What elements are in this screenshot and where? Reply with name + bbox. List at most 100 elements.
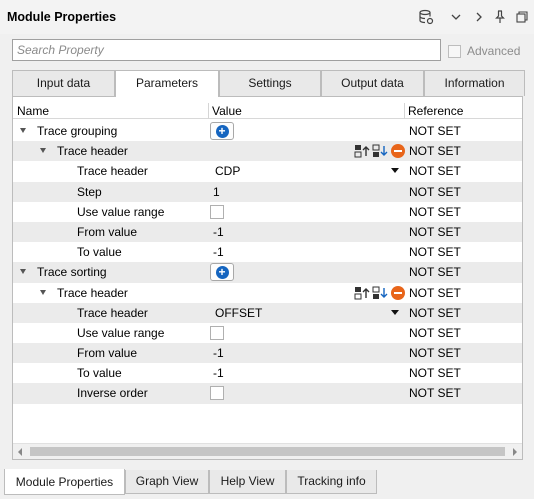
- dropdown-arrow-icon[interactable]: [391, 168, 399, 174]
- property-name: To value: [77, 366, 122, 381]
- tab-information[interactable]: Information: [424, 70, 525, 96]
- property-row-trace-grouping[interactable]: Trace grouping + NOT SET: [13, 121, 522, 141]
- database-gear-icon[interactable]: [418, 9, 434, 25]
- property-name: From value: [77, 346, 138, 361]
- move-up-icon[interactable]: [354, 143, 371, 159]
- property-name: Trace sorting: [37, 265, 107, 280]
- column-separator[interactable]: [404, 103, 405, 119]
- property-name: Trace header: [57, 144, 128, 159]
- trace-header-dropdown-value[interactable]: OFFSET: [215, 306, 262, 320]
- pin-icon[interactable]: [492, 9, 508, 25]
- title-bar: Module Properties: [0, 0, 534, 34]
- window-title: Module Properties: [7, 10, 117, 24]
- row-actions: [354, 143, 407, 159]
- plus-icon: +: [215, 124, 229, 138]
- reference-value: NOT SET: [409, 184, 461, 199]
- to-value[interactable]: -1: [213, 245, 224, 259]
- trace-header-dropdown-value[interactable]: CDP: [215, 164, 240, 178]
- inverse-order-checkbox[interactable]: [210, 386, 224, 401]
- reference-value: NOT SET: [409, 325, 461, 340]
- property-row-step[interactable]: Step 1 NOT SET: [13, 181, 522, 202]
- reference-value: NOT SET: [409, 224, 461, 239]
- horizontal-scrollbar[interactable]: [13, 443, 522, 459]
- property-name: Trace header: [77, 164, 148, 179]
- from-value[interactable]: -1: [213, 225, 224, 239]
- property-row-to-value[interactable]: To value -1 NOT SET: [13, 363, 522, 383]
- tab-tracking-info[interactable]: Tracking info: [286, 470, 377, 494]
- tab-module-properties[interactable]: Module Properties: [4, 469, 125, 495]
- move-down-icon[interactable]: [372, 285, 389, 301]
- property-name: Use value range: [77, 204, 165, 219]
- dropdown-arrow-icon[interactable]: [391, 309, 399, 315]
- expand-arrow-icon[interactable]: [20, 269, 26, 275]
- reference-value: NOT SET: [409, 305, 461, 320]
- add-button[interactable]: +: [210, 263, 234, 282]
- advanced-toggle[interactable]: Advanced: [448, 44, 520, 58]
- property-name: Trace header: [57, 285, 128, 300]
- expand-arrow-icon[interactable]: [40, 148, 46, 154]
- property-row-trace-header-group[interactable]: Trace header NOT SET: [13, 283, 522, 303]
- reference-value: NOT SET: [409, 144, 461, 159]
- chevron-down-icon[interactable]: [448, 9, 464, 25]
- tab-settings[interactable]: Settings: [219, 70, 321, 96]
- reference-value: NOT SET: [409, 204, 461, 219]
- column-header-value[interactable]: Value: [212, 104, 242, 118]
- plus-icon: +: [215, 265, 229, 279]
- expand-arrow-icon[interactable]: [40, 289, 46, 295]
- property-name: Inverse order: [77, 386, 148, 401]
- expand-arrow-icon[interactable]: [20, 128, 26, 133]
- reference-value: NOT SET: [409, 124, 461, 138]
- property-row-use-value-range[interactable]: Use value range NOT SET: [13, 323, 522, 343]
- parameters-panel: Name Value Reference Trace grouping + NO…: [12, 96, 523, 460]
- tab-parameters[interactable]: Parameters: [115, 70, 219, 97]
- remove-icon[interactable]: [390, 285, 407, 301]
- row-actions: [354, 285, 407, 301]
- property-row-trace-header[interactable]: Trace header CDP NOT SET: [13, 161, 522, 181]
- from-value[interactable]: -1: [213, 346, 224, 360]
- column-header-name[interactable]: Name: [17, 104, 49, 118]
- tab-help-view[interactable]: Help View: [209, 470, 286, 494]
- property-row-inverse-order[interactable]: Inverse order NOT SET: [13, 383, 522, 404]
- scroll-left-icon[interactable]: [18, 448, 22, 456]
- property-name: From value: [77, 224, 138, 239]
- tab-graph-view[interactable]: Graph View: [125, 470, 209, 494]
- move-down-icon[interactable]: [372, 143, 389, 159]
- advanced-label: Advanced: [467, 44, 521, 58]
- restore-window-icon[interactable]: [514, 9, 530, 25]
- reference-value: NOT SET: [409, 265, 461, 280]
- reference-value: NOT SET: [409, 366, 461, 381]
- property-row-use-value-range[interactable]: Use value range NOT SET: [13, 202, 522, 222]
- tab-output-data[interactable]: Output data: [321, 70, 424, 96]
- property-grid: Trace grouping + NOT SET Trace header NO…: [13, 121, 522, 404]
- search-input[interactable]: [12, 39, 441, 61]
- scroll-right-icon[interactable]: [513, 448, 517, 456]
- reference-value: NOT SET: [409, 245, 461, 260]
- reference-value: NOT SET: [409, 164, 461, 179]
- advanced-checkbox[interactable]: [448, 44, 461, 58]
- chevron-right-icon[interactable]: [471, 9, 487, 25]
- property-row-from-value[interactable]: From value -1 NOT SET: [13, 221, 522, 243]
- to-value[interactable]: -1: [213, 366, 224, 380]
- reference-value: NOT SET: [409, 386, 461, 401]
- property-name: To value: [77, 245, 122, 260]
- tab-input-data[interactable]: Input data: [12, 70, 115, 96]
- property-row-trace-header-group[interactable]: Trace header NOT SET: [13, 141, 522, 162]
- move-up-icon[interactable]: [354, 285, 371, 301]
- scrollbar-thumb[interactable]: [30, 447, 505, 456]
- add-button[interactable]: +: [210, 122, 234, 140]
- remove-icon[interactable]: [390, 143, 407, 159]
- property-row-trace-header[interactable]: Trace header OFFSET NOT SET: [13, 302, 522, 323]
- use-value-range-checkbox[interactable]: [210, 325, 224, 340]
- reference-value: NOT SET: [409, 346, 461, 361]
- grid-header: Name Value Reference: [13, 103, 522, 119]
- property-row-trace-sorting[interactable]: Trace sorting + NOT SET: [13, 262, 522, 283]
- use-value-range-checkbox[interactable]: [210, 204, 224, 219]
- column-separator[interactable]: [208, 103, 209, 119]
- property-name: Step: [77, 184, 102, 199]
- column-header-reference[interactable]: Reference: [408, 104, 463, 118]
- reference-value: NOT SET: [409, 285, 461, 300]
- property-name: Trace header: [77, 305, 148, 320]
- step-value[interactable]: 1: [213, 185, 220, 199]
- property-row-from-value[interactable]: From value -1 NOT SET: [13, 343, 522, 364]
- property-row-to-value[interactable]: To value -1 NOT SET: [13, 242, 522, 262]
